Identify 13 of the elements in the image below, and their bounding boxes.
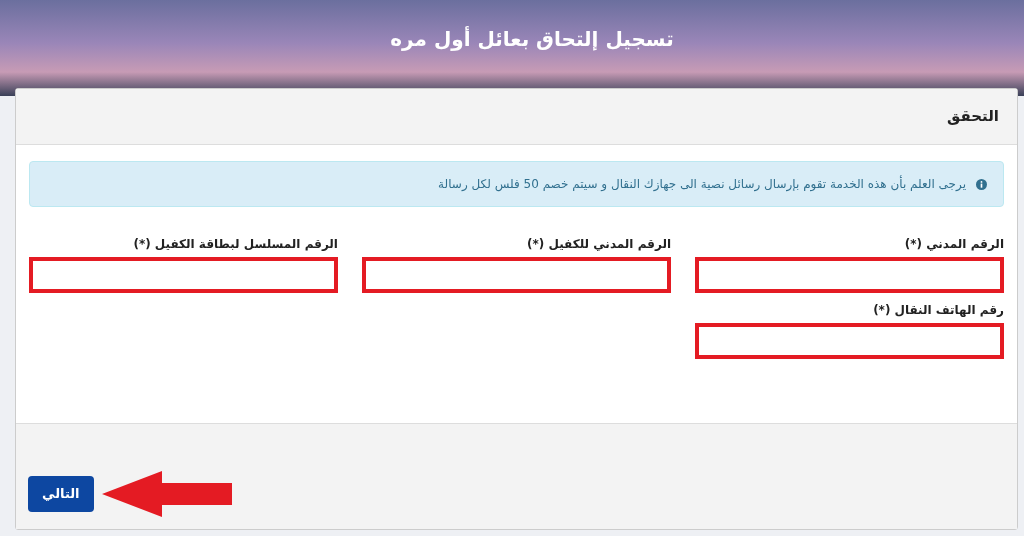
input-field[interactable]	[695, 323, 1004, 359]
input-field[interactable]	[29, 257, 338, 293]
page-title: تسجيل إلتحاق بعائل أول مره	[389, 25, 675, 53]
notice-text: يرجى العلم بأن هذه الخدمة تقوم بإرسال رسائل نصية الى جهازك النقال و سيتم خصم 50 فلس لكل رسالة	[438, 175, 966, 193]
input-field[interactable]	[362, 257, 671, 293]
info-icon	[976, 178, 987, 190]
field-label: الرقم المدني للكفيل (*)	[526, 236, 671, 253]
field-label: رقم الهاتف النقال (*)	[872, 302, 1004, 319]
field-label: الرقم المسلسل لبطاقة الكفيل (*)	[132, 236, 338, 253]
next-button[interactable]: التالي	[28, 476, 94, 512]
input-field[interactable]	[695, 257, 1004, 293]
panel-heading: التحقق	[946, 106, 999, 128]
field-label: الرقم المدني (*)	[903, 236, 1004, 253]
